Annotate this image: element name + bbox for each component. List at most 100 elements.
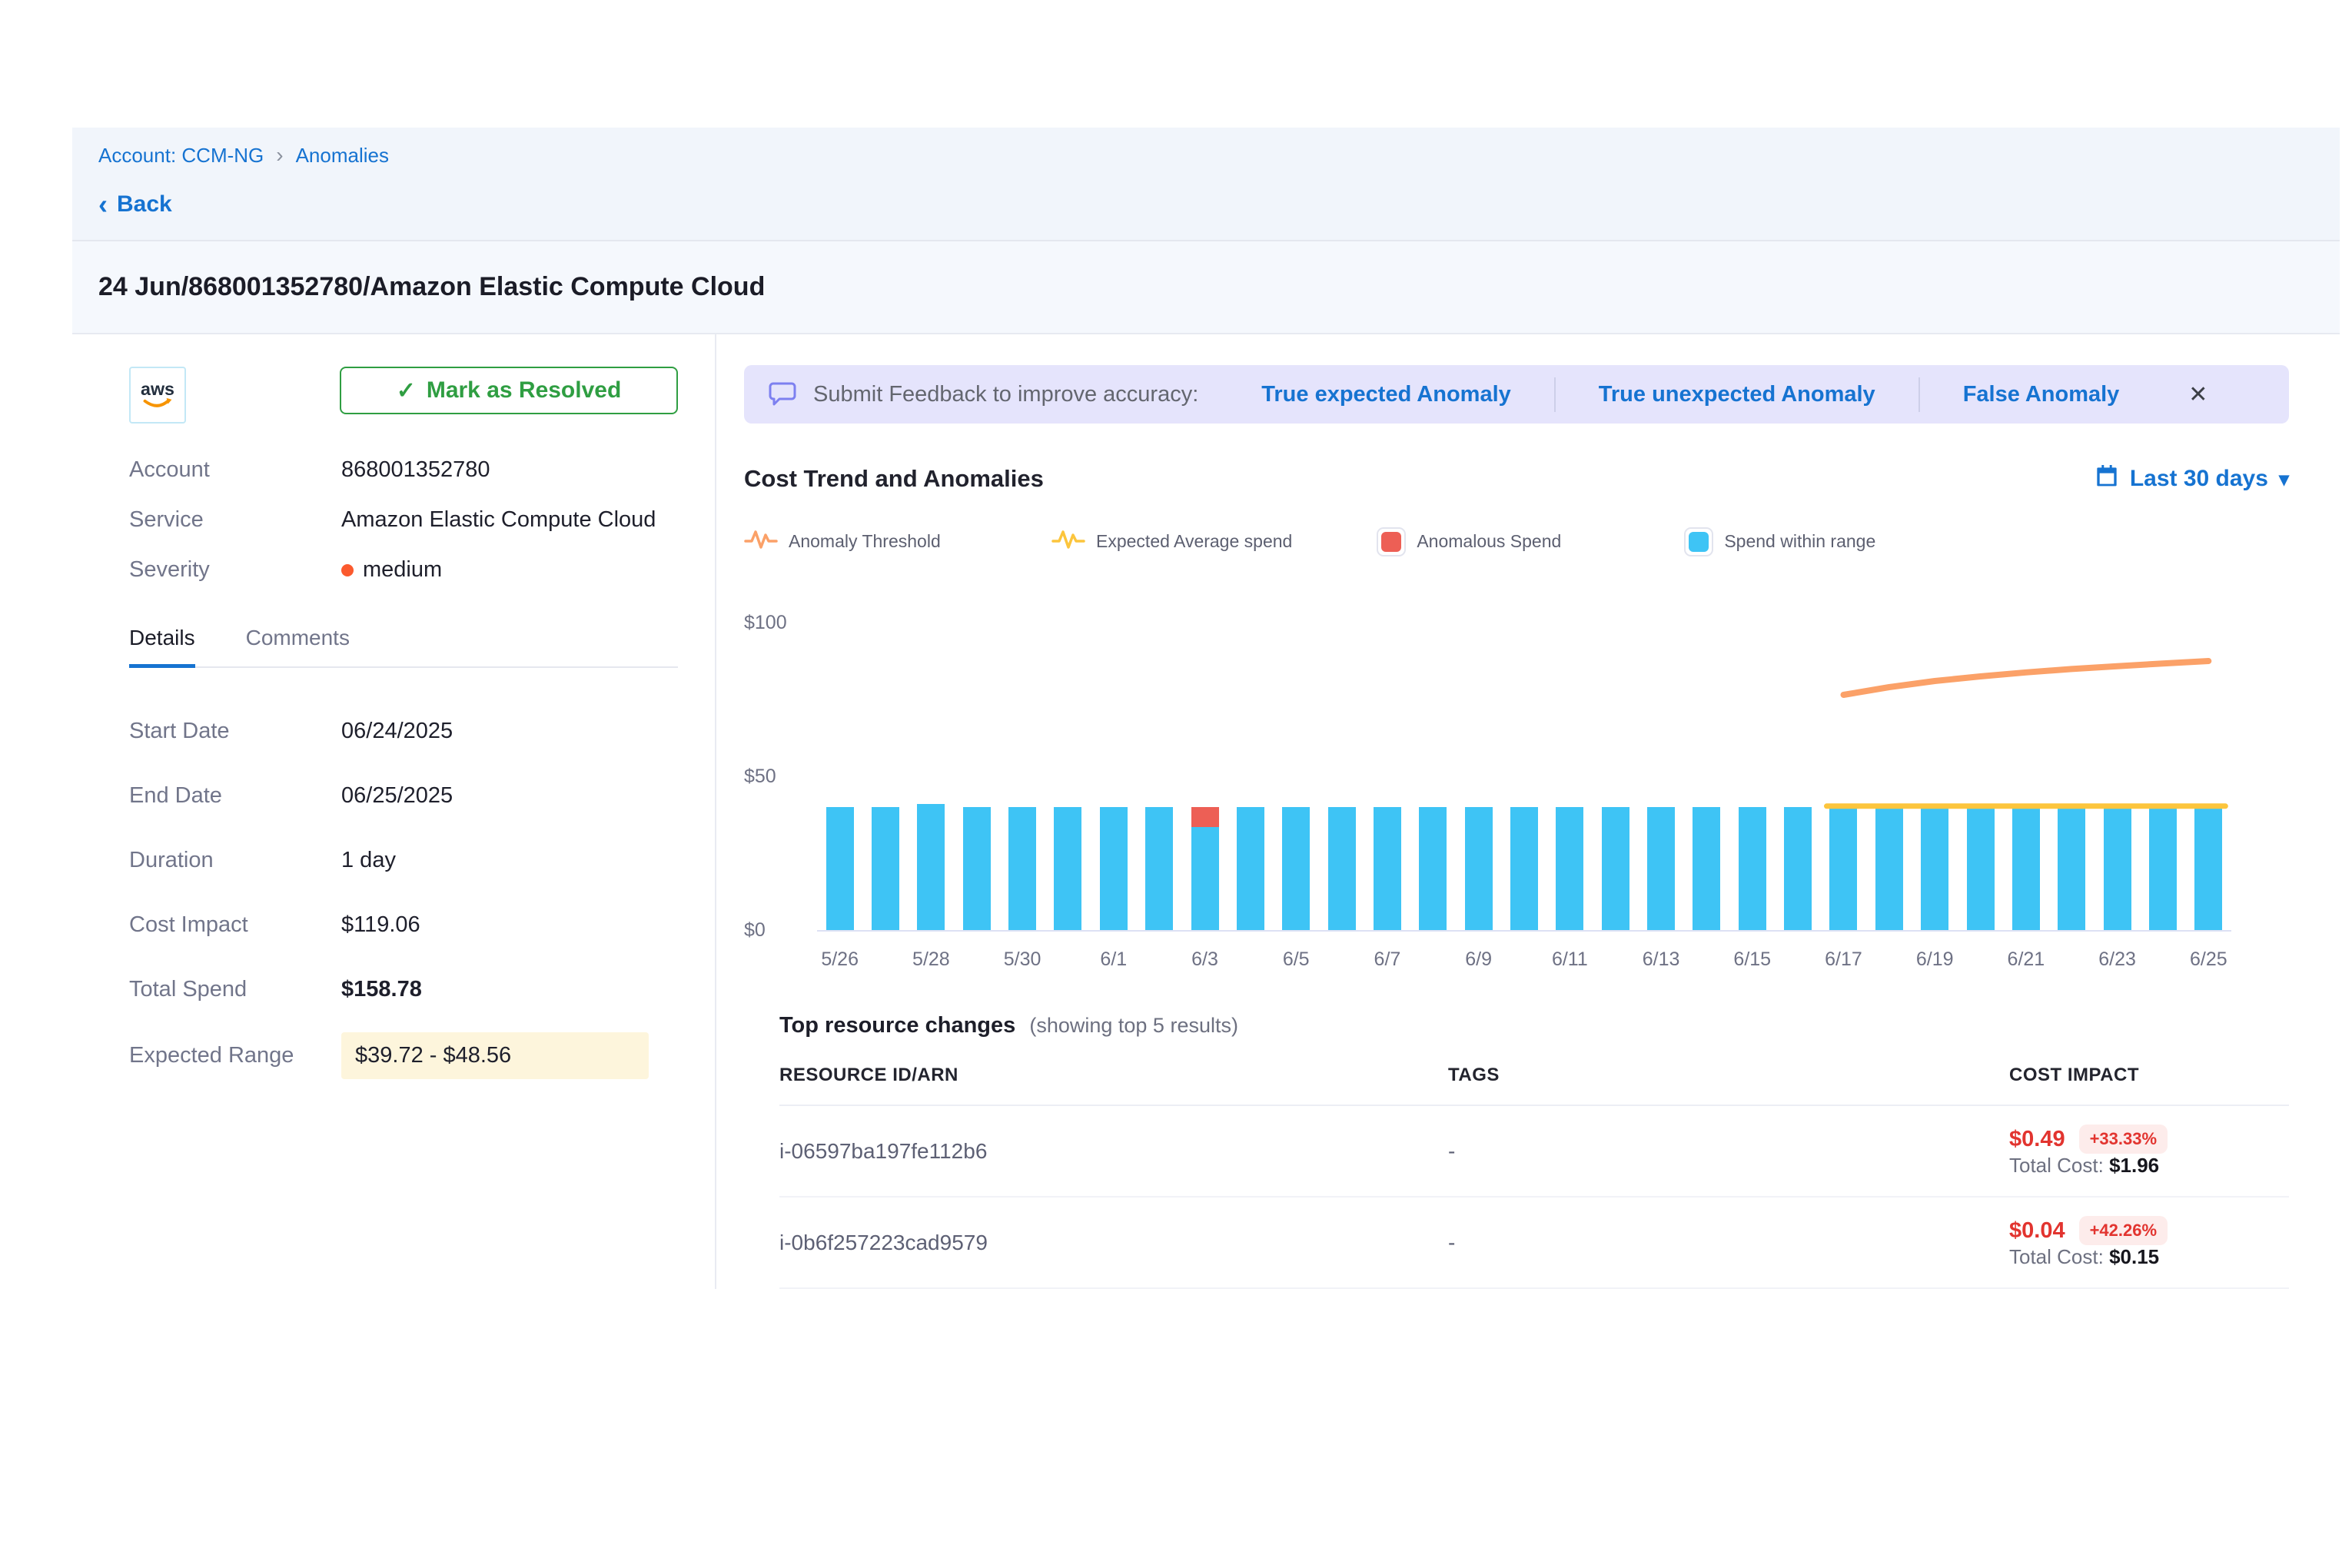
severity-label: Severity [129, 557, 341, 583]
x-axis-tick: 6/23 [2098, 948, 2136, 971]
y-axis-tick: $50 [744, 766, 776, 788]
expected-range-label: Expected Range [129, 1043, 341, 1068]
total-spend-value: $158.78 [341, 977, 422, 1002]
account-label: Account [129, 457, 341, 483]
within-range-swatch-icon [1684, 527, 1713, 556]
x-axis-tick: 6/3 [1191, 948, 1218, 971]
date-range-value: Last 30 days [2130, 466, 2268, 492]
table-subtitle: (showing top 5 results) [1029, 1014, 1238, 1037]
anomaly-card: Account: CCM-NG › Anomalies ‹ Back 24 Ju… [72, 128, 2340, 1289]
end-date-label: End Date [129, 783, 341, 809]
resource-tags: - [1448, 1231, 2009, 1255]
x-axis-tick: 5/28 [912, 948, 950, 971]
col-tags: TAGS [1448, 1065, 2009, 1086]
tab-details[interactable]: Details [129, 626, 195, 668]
breadcrumb-band: Account: CCM-NG › Anomalies ‹ Back [72, 128, 2340, 241]
back-chevron-icon: ‹ [98, 191, 108, 218]
severity-badge: medium [341, 557, 442, 583]
breadcrumb: Account: CCM-NG › Anomalies [98, 143, 2314, 168]
total-spend-label: Total Spend [129, 977, 341, 1002]
resource-id: i-06597ba197fe112b6 [779, 1139, 1448, 1164]
resource-cost-cell: $0.04 +42.26% Total Cost: $0.15 [2009, 1216, 2289, 1269]
breadcrumb-anomalies-link[interactable]: Anomalies [296, 144, 389, 168]
severity-value: medium [363, 557, 442, 583]
col-resource-id: RESOURCE ID/ARN [779, 1065, 1448, 1086]
aws-logo: aws [129, 367, 186, 424]
x-axis-tick: 6/17 [1825, 948, 1862, 971]
account-value: 868001352780 [341, 457, 490, 483]
chart-panel: Submit Feedback to improve accuracy: Tru… [716, 334, 2340, 1289]
feedback-true-expected-button[interactable]: True expected Anomaly [1218, 377, 1553, 412]
anomaly-threshold-line [1843, 661, 2208, 695]
resource-cost-cell: $0.49 +33.33% Total Cost: $1.96 [2009, 1125, 2289, 1178]
x-axis-tick: 6/13 [1643, 948, 1680, 971]
anomaly-detail-page: Account: CCM-NG › Anomalies ‹ Back 24 Ju… [0, 0, 2352, 1568]
duration-value: 1 day [341, 848, 396, 873]
mark-as-resolved-button[interactable]: ✓ Mark as Resolved [340, 367, 678, 414]
feedback-close-icon[interactable]: ✕ [2188, 381, 2207, 408]
back-label: Back [117, 191, 172, 218]
start-date-label: Start Date [129, 719, 341, 744]
x-axis-tick: 5/26 [821, 948, 859, 971]
chart-title: Cost Trend and Anomalies [744, 465, 1044, 493]
chart-legend: Anomaly Threshold Expected Average spend… [744, 525, 2289, 558]
cost-delta-badge: +33.33% [2079, 1125, 2168, 1154]
cost-impact-value: $119.06 [341, 912, 420, 938]
resource-table: RESOURCE ID/ARN TAGS COST IMPACT i-06597… [779, 1065, 2289, 1289]
detail-tabs: Details Comments [129, 626, 678, 668]
cost-impact-amount: $0.49 [2009, 1127, 2065, 1152]
y-axis-tick: $100 [744, 612, 787, 634]
breadcrumb-chevron-icon: › [276, 143, 283, 168]
anomalous-swatch-icon [1377, 527, 1406, 556]
caret-down-icon: ▾ [2279, 467, 2289, 491]
x-axis-tick: 6/25 [2190, 948, 2227, 971]
table-title: Top resource changes [779, 1013, 1015, 1038]
table-row: i-0b6f257223cad9579 - $0.04 +42.26% Tota… [779, 1198, 2289, 1289]
cost-trend-chart: $100$50$0 5/265/285/306/16/36/56/76/96/1… [744, 593, 2289, 1001]
expected-line-icon [1051, 525, 1085, 558]
resource-tags: - [1448, 1139, 2009, 1164]
table-row: i-06597ba197fe112b6 - $0.49 +33.33% Tota… [779, 1106, 2289, 1198]
breadcrumb-account-link[interactable]: Account: CCM-NG [98, 144, 264, 168]
title-band: 24 Jun/868001352780/Amazon Elastic Compu… [72, 241, 2340, 334]
feedback-true-unexpected-button[interactable]: True unexpected Anomaly [1554, 377, 1918, 412]
summary-panel: aws ✓ Mark as Resolved Account 868001352… [72, 334, 716, 1289]
date-range-picker[interactable]: Last 30 days ▾ [2095, 463, 2289, 494]
chart-plot-area: 5/265/285/306/16/36/56/76/96/116/136/156… [817, 593, 2231, 932]
service-label: Service [129, 507, 341, 533]
end-date-value: 06/25/2025 [341, 783, 453, 809]
x-axis-tick: 6/9 [1465, 948, 1492, 971]
legend-expected-average: Expected Average spend [1051, 525, 1292, 558]
x-axis-tick: 6/7 [1374, 948, 1401, 971]
service-value: Amazon Elastic Compute Cloud [341, 507, 656, 533]
duration-label: Duration [129, 848, 341, 873]
calendar-icon [2095, 463, 2119, 494]
start-date-value: 06/24/2025 [341, 719, 453, 744]
x-axis-tick: 5/30 [1004, 948, 1041, 971]
legend-spend-within-range: Spend within range [1684, 527, 1907, 556]
feedback-bar: Submit Feedback to improve accuracy: Tru… [744, 365, 2289, 424]
tab-comments[interactable]: Comments [246, 626, 350, 666]
x-axis-tick: 6/19 [1916, 948, 1954, 971]
legend-anomalous-spend: Anomalous Spend [1377, 527, 1600, 556]
total-cost-line: Total Cost: $0.15 [2009, 1245, 2159, 1268]
details-rows: Start Date 06/24/2025 End Date 06/25/202… [129, 709, 678, 1079]
chart-y-axis: $100$50$0 [744, 593, 813, 932]
legend-anomaly-threshold: Anomaly Threshold [744, 525, 967, 558]
aws-logo-text: aws [141, 379, 174, 399]
x-axis-tick: 6/15 [1733, 948, 1771, 971]
feedback-false-anomaly-button[interactable]: False Anomaly [1918, 377, 2163, 412]
x-axis-tick: 6/1 [1100, 948, 1127, 971]
back-button[interactable]: ‹ Back [98, 191, 172, 218]
expected-range-value: $39.72 - $48.56 [341, 1032, 649, 1079]
total-cost-line: Total Cost: $1.96 [2009, 1154, 2159, 1177]
cost-delta-badge: +42.26% [2079, 1216, 2168, 1245]
top-resource-changes-section: Top resource changes (showing top 5 resu… [744, 1013, 2289, 1289]
speech-bubble-icon [767, 377, 798, 412]
severity-dot-icon [341, 564, 354, 576]
col-cost-impact: COST IMPACT [2009, 1065, 2289, 1086]
resource-id: i-0b6f257223cad9579 [779, 1231, 1448, 1255]
cost-impact-label: Cost Impact [129, 912, 341, 938]
check-icon: ✓ [397, 377, 416, 404]
page-title: 24 Jun/868001352780/Amazon Elastic Compu… [98, 272, 2314, 302]
